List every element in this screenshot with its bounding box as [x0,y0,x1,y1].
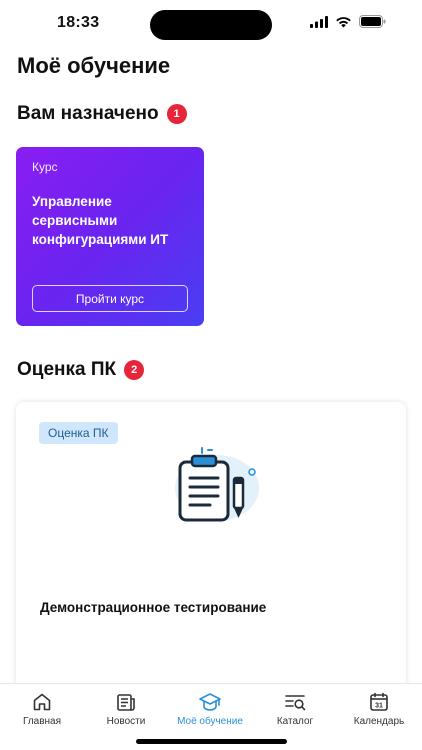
status-icons [310,15,386,33]
evaluation-count-badge: 2 [124,360,145,380]
evaluation-tag: Оценка ПК [39,422,118,444]
evaluation-section-header: Оценка ПК 2 [17,359,145,381]
assigned-section-title: Вам назначено [17,103,159,124]
tab-calendar[interactable]: 31 Календарь [337,690,421,727]
start-course-button[interactable]: Пройти курс [32,285,188,312]
course-card[interactable]: Курс Управление сервисными конфигурациям… [16,147,204,326]
status-bar: 18:33 [0,0,422,48]
tab-calendar-label: Календарь [353,716,405,727]
tab-news[interactable]: Новости [84,690,168,727]
battery-icon [359,15,386,33]
catalog-search-icon [283,690,307,714]
tab-catalog[interactable]: Каталог [253,690,337,727]
news-icon [114,690,138,714]
dynamic-island [150,10,272,40]
evaluation-title: Демонстрационное тестирование [40,600,267,615]
tab-my-learning[interactable]: Моё обучение [168,690,252,727]
calendar-icon: 31 [367,690,391,714]
course-title: Управление сервисными конфигурациями ИТ [32,194,169,247]
tab-news-label: Новости [106,716,146,727]
wifi-icon [335,15,352,33]
tab-catalog-label: Каталог [276,716,314,727]
tab-home[interactable]: Главная [0,690,84,727]
signal-icon [310,15,328,33]
clipboard-test-icon [162,446,262,531]
tab-my-learning-label: Моё обучение [177,716,243,727]
home-indicator [136,739,287,744]
evaluation-card[interactable]: Оценка ПК Демонстрационное тестирование [16,402,406,722]
assigned-count-badge: 1 [166,104,187,124]
tab-home-label: Главная [22,716,62,727]
graduation-cap-icon [198,690,222,714]
home-icon [30,690,54,714]
evaluation-section-title: Оценка ПК [17,359,117,380]
status-time: 18:33 [57,14,100,31]
course-type-label: Курс [32,160,58,174]
assigned-section-header: Вам назначено 1 [17,103,187,125]
calendar-day: 31 [375,703,383,710]
page-title: Моё обучение [17,53,171,78]
